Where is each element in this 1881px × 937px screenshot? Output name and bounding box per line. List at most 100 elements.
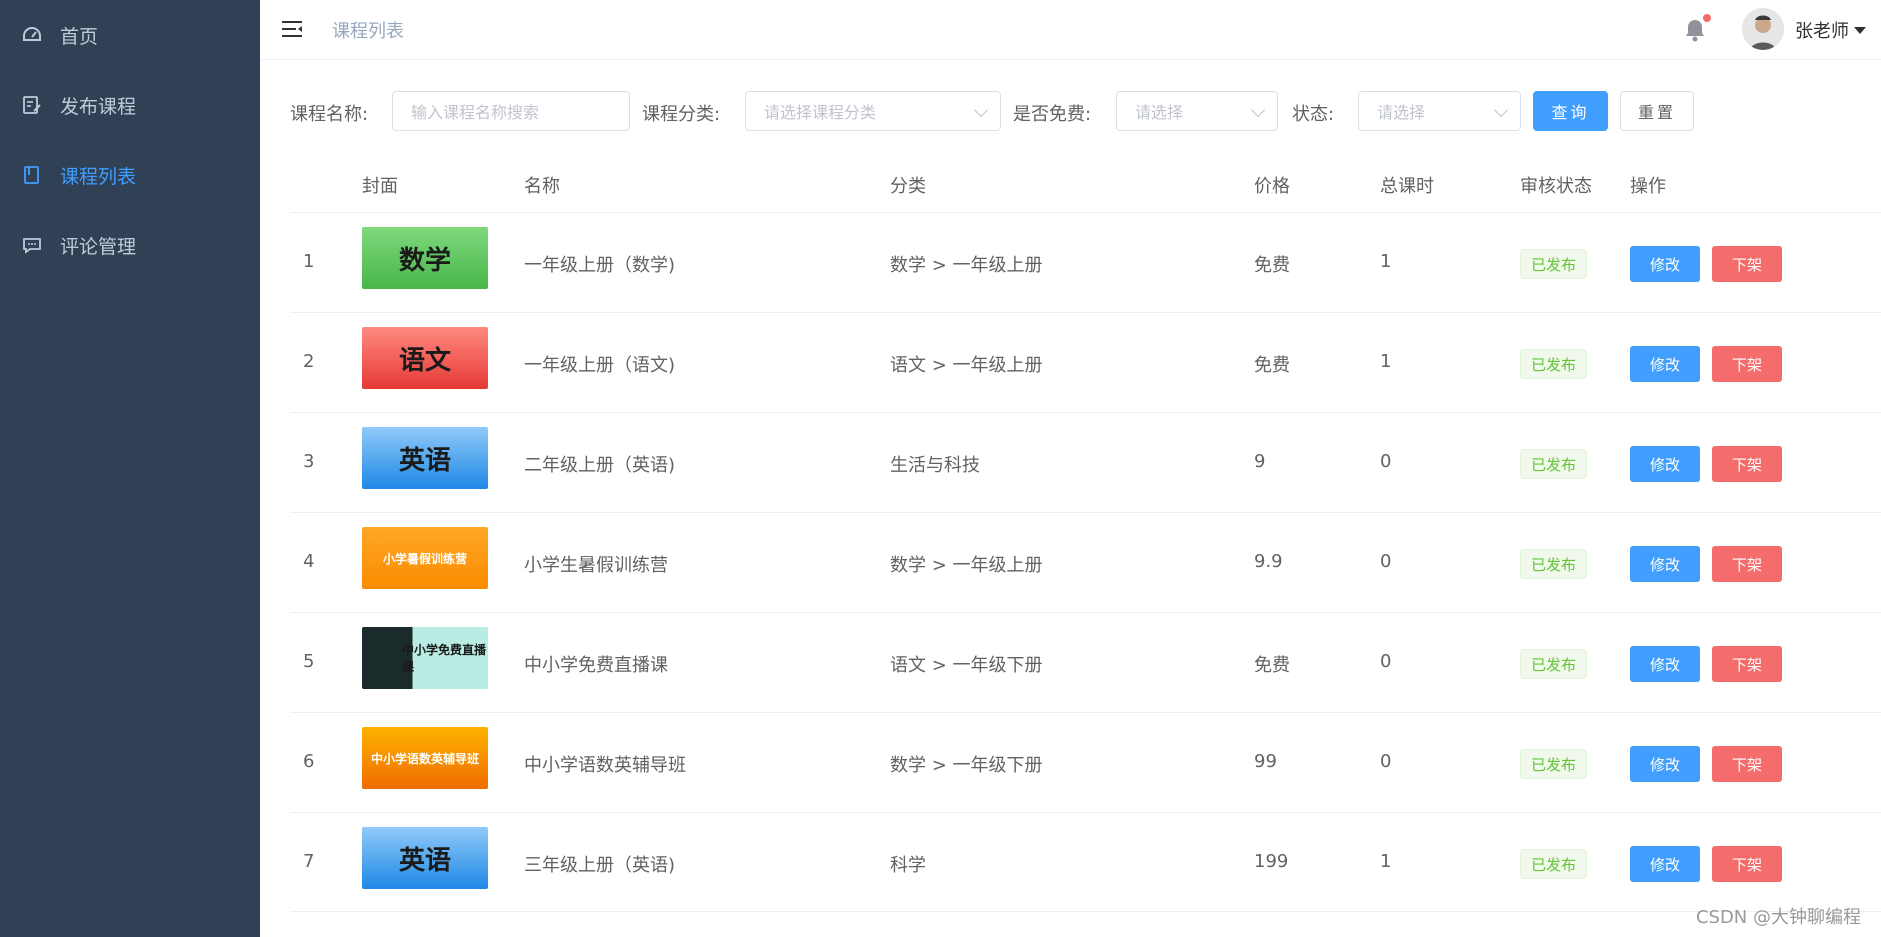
course-cover-image[interactable]: 英语 <box>362 427 488 489</box>
offline-button[interactable]: 下架 <box>1712 246 1782 282</box>
table-row: 1 数学 一年级上册（数学) 数学 > 一年级上册 免费 1 已发布 修改 下架 <box>290 212 1881 312</box>
course-price: 9.9 <box>1254 551 1283 572</box>
status-badge: 已发布 <box>1520 549 1588 579</box>
avatar[interactable] <box>1742 8 1784 50</box>
table-row: 2 语文 一年级上册（语文) 语文 > 一年级上册 免费 1 已发布 修改 下架 <box>290 312 1881 412</box>
edit-button[interactable]: 修改 <box>1630 746 1700 782</box>
course-cover-image[interactable]: 语文 <box>362 327 488 389</box>
course-category-select[interactable]: 请选择课程分类 <box>745 91 1001 131</box>
sidebar-item-label: 评论管理 <box>60 235 137 258</box>
cover-title: 中小学免费直播课 <box>402 643 487 674</box>
row-index: 1 <box>303 251 315 272</box>
table-row: 6 中小学语数英辅导班 中小学语数英辅导班 数学 > 一年级下册 99 0 已发… <box>290 712 1881 812</box>
offline-button[interactable]: 下架 <box>1712 746 1782 782</box>
offline-button[interactable]: 下架 <box>1712 646 1782 682</box>
edit-button[interactable]: 修改 <box>1630 446 1700 482</box>
course-category-placeholder: 请选择课程分类 <box>764 103 877 122</box>
course-cover-image[interactable]: 数学 <box>362 227 488 289</box>
column-header-name: 名称 <box>524 176 560 197</box>
course-hours: 1 <box>1380 351 1392 372</box>
course-cover-image[interactable]: 中小学语数英辅导班 <box>362 727 488 789</box>
cover-title: 数学 <box>398 245 451 276</box>
sidebar-item-comments[interactable]: 评论管理 <box>0 210 260 280</box>
sidebar-item-label: 发布课程 <box>60 95 137 118</box>
is-free-placeholder: 请选择 <box>1135 103 1184 122</box>
course-name: 二年级上册（英语) <box>524 455 676 476</box>
column-header-cover: 封面 <box>362 176 398 197</box>
is-free-label: 是否免费: <box>1013 104 1092 125</box>
edit-button[interactable]: 修改 <box>1630 246 1700 282</box>
edit-button[interactable]: 修改 <box>1630 846 1700 882</box>
course-cover-image[interactable]: 小学暑假训练营 <box>362 527 488 589</box>
sidebar-item-home[interactable]: 首页 <box>0 0 260 70</box>
course-hours: 0 <box>1380 451 1392 472</box>
course-hours: 0 <box>1380 751 1392 772</box>
course-cover-image[interactable]: 中小学免费直播课 <box>362 627 488 689</box>
caret-down-icon[interactable] <box>1854 27 1866 34</box>
offline-button[interactable]: 下架 <box>1712 446 1782 482</box>
status-select[interactable]: 请选择 <box>1358 91 1521 131</box>
row-index: 6 <box>303 751 315 772</box>
edit-button[interactable]: 修改 <box>1630 646 1700 682</box>
cover-title: 语文 <box>398 345 451 376</box>
column-header-hours: 总课时 <box>1380 176 1434 197</box>
course-price: 199 <box>1254 851 1289 872</box>
sidebar-item-course-list[interactable]: 课程列表 <box>0 140 260 210</box>
course-name: 一年级上册（语文) <box>524 355 676 376</box>
course-name: 三年级上册（英语) <box>524 855 676 876</box>
chevron-down-icon <box>973 102 989 118</box>
table-row: 3 英语 二年级上册（英语) 生活与科技 9 0 已发布 修改 下架 <box>290 412 1881 512</box>
breadcrumb: 课程列表 <box>332 21 404 42</box>
course-hours: 0 <box>1380 551 1392 572</box>
column-header-price: 价格 <box>1254 176 1290 197</box>
chevron-down-icon <box>1250 102 1266 118</box>
row-index: 7 <box>303 851 315 872</box>
edit-icon <box>22 95 42 115</box>
offline-button[interactable]: 下架 <box>1712 346 1782 382</box>
course-category: 生活与科技 <box>890 455 980 476</box>
course-cover-image[interactable]: 英语 <box>362 827 488 889</box>
status-badge: 已发布 <box>1520 449 1588 479</box>
query-button[interactable]: 查询 <box>1533 91 1608 131</box>
status-badge: 已发布 <box>1520 649 1588 679</box>
course-category: 数学 > 一年级上册 <box>890 255 1043 276</box>
table-row: 7 英语 三年级上册（英语) 科学 199 1 已发布 修改 下架 <box>290 812 1881 912</box>
watermark: CSDN @大钟聊编程 <box>1695 907 1861 928</box>
status-badge: 已发布 <box>1520 849 1588 879</box>
course-hours: 1 <box>1380 851 1392 872</box>
course-hours: 0 <box>1380 651 1392 672</box>
cover-title: 小学暑假训练营 <box>382 551 467 566</box>
chevron-down-icon <box>1493 102 1509 118</box>
sidebar-item-publish[interactable]: 发布课程 <box>0 70 260 140</box>
column-header-status: 审核状态 <box>1520 176 1592 197</box>
edit-button[interactable]: 修改 <box>1630 346 1700 382</box>
hamburger-icon[interactable] <box>280 17 304 41</box>
course-category: 语文 > 一年级下册 <box>890 655 1043 676</box>
course-name-label: 课程名称: <box>290 104 369 125</box>
row-index: 3 <box>303 451 315 472</box>
status-label: 状态: <box>1292 104 1335 125</box>
sidebar-item-label: 课程列表 <box>60 165 137 188</box>
course-name-placeholder: 输入课程名称搜索 <box>411 103 540 122</box>
edit-button[interactable]: 修改 <box>1630 546 1700 582</box>
sidebar-item-label: 首页 <box>60 25 99 48</box>
username[interactable]: 张老师 <box>1795 17 1849 43</box>
course-name: 中小学免费直播课 <box>524 655 668 676</box>
course-category: 数学 > 一年级上册 <box>890 555 1043 576</box>
row-index: 5 <box>303 651 315 672</box>
reset-button[interactable]: 重置 <box>1620 91 1694 131</box>
dashboard-icon <box>22 25 42 45</box>
course-name-input[interactable]: 输入课程名称搜索 <box>392 91 630 131</box>
offline-button[interactable]: 下架 <box>1712 846 1782 882</box>
status-badge: 已发布 <box>1520 749 1588 779</box>
table-row: 5 中小学免费直播课 中小学免费直播课 语文 > 一年级下册 免费 0 已发布 … <box>290 612 1881 712</box>
cover-title: 英语 <box>398 445 451 476</box>
column-header-actions: 操作 <box>1630 176 1666 197</box>
offline-button[interactable]: 下架 <box>1712 546 1782 582</box>
status-badge: 已发布 <box>1520 249 1588 279</box>
course-category-label: 课程分类: <box>642 104 721 125</box>
is-free-select[interactable]: 请选择 <box>1116 91 1278 131</box>
top-navbar: 课程列表 张老师 <box>260 0 1881 60</box>
row-index: 2 <box>303 351 315 372</box>
course-name: 小学生暑假训练营 <box>524 555 668 576</box>
